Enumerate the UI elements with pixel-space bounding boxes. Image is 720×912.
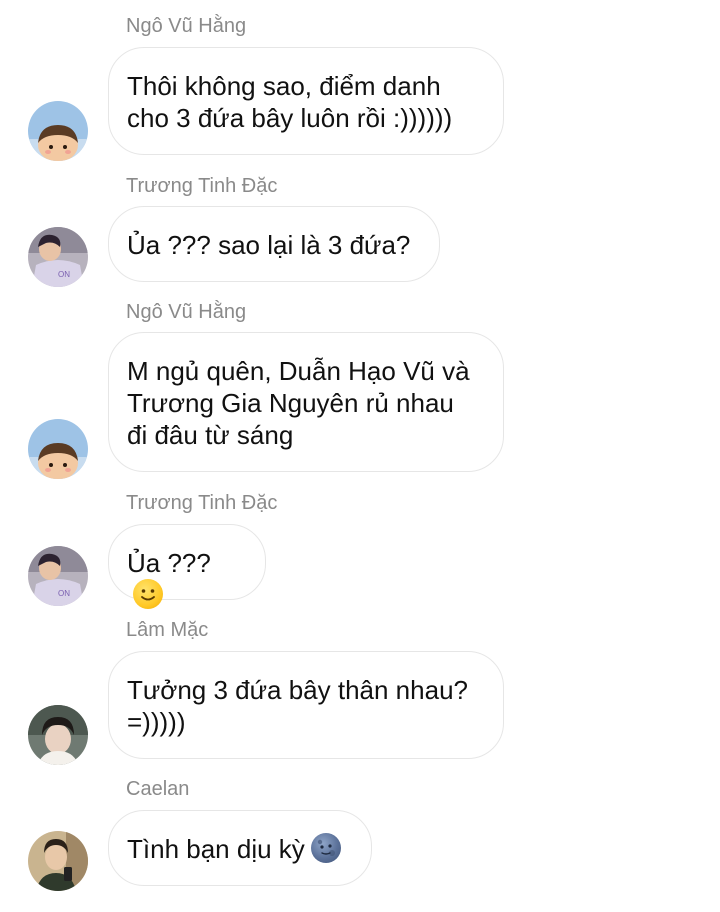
chat-thread: Ngô Vũ Hằng Thôi không sao, điểm danh ch… xyxy=(0,0,720,912)
sender-name: Ngô Vũ Hằng xyxy=(126,15,247,37)
svg-text:ON: ON xyxy=(58,270,70,279)
message-bubble[interactable]: Thôi không sao, điểm danh cho 3 đứa bây … xyxy=(108,47,504,155)
message-text: Thôi không sao, điểm danh cho 3 đứa bây … xyxy=(127,71,453,133)
message-text: M ngủ quên, Duẫn Hạo Vũ và Trương Gia Ng… xyxy=(127,356,470,450)
message-bubble[interactable]: Tưởng 3 đứa bây thân nhau? =))))) xyxy=(108,651,504,759)
avatar-ngo-vu-hang[interactable] xyxy=(28,419,88,479)
sender-name: Lâm Mặc xyxy=(126,619,209,641)
message-bubble[interactable]: M ngủ quên, Duẫn Hạo Vũ và Trương Gia Ng… xyxy=(108,332,504,472)
avatar-ngo-vu-hang[interactable] xyxy=(28,101,88,161)
sender-name: Caelan xyxy=(126,778,190,800)
sender-name: Trương Tinh Đặc xyxy=(126,175,278,197)
sender-name: Trương Tinh Đặc xyxy=(126,492,278,514)
message-text: Tình bạn dịu kỳ xyxy=(127,833,347,865)
avatar-lam-mac[interactable] xyxy=(28,705,88,765)
svg-text:ON: ON xyxy=(58,589,70,598)
slightly-smiling-face-icon xyxy=(133,579,163,609)
sender-name: Ngô Vũ Hằng xyxy=(126,301,247,323)
message-bubble[interactable]: Tình bạn dịu kỳ xyxy=(108,810,372,886)
avatar-truong-tinh-dac[interactable]: ON xyxy=(28,546,88,606)
message-text: Ủa ??? sao lại là 3 đứa? xyxy=(127,230,411,260)
message-bubble[interactable]: Ủa ??? sao lại là 3 đứa? xyxy=(108,206,440,282)
message-text: Tưởng 3 đứa bây thân nhau? =))))) xyxy=(127,675,468,737)
message-bubble[interactable]: Ủa ??? xyxy=(108,524,266,609)
message-text: Ủa ??? xyxy=(127,547,241,611)
avatar-caelan[interactable] xyxy=(28,831,88,891)
avatar-truong-tinh-dac[interactable]: ON xyxy=(28,227,88,287)
new-moon-face-icon xyxy=(310,833,341,863)
